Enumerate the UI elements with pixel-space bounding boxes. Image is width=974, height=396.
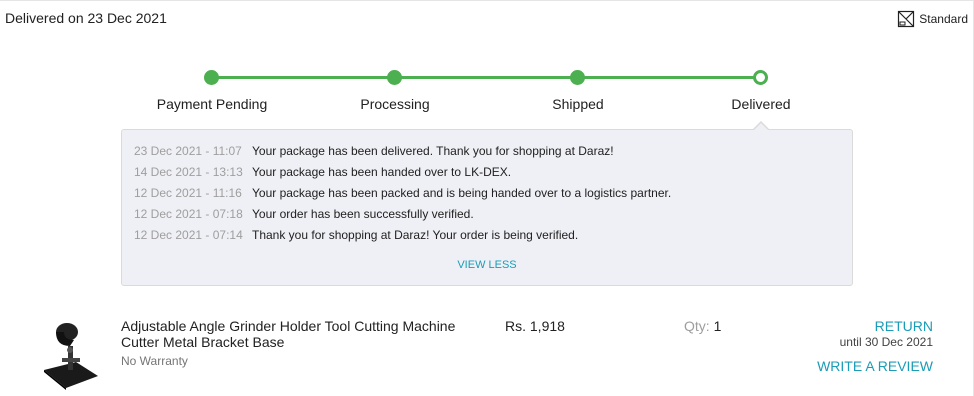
step-label-shipped: Shipped bbox=[552, 96, 604, 112]
view-less-link[interactable]: VIEW LESS bbox=[122, 259, 852, 271]
shipping-method-label: Standard bbox=[919, 12, 968, 26]
top-divider bbox=[0, 0, 974, 1]
product-name[interactable]: Adjustable Angle Grinder Holder Tool Cut… bbox=[121, 318, 481, 350]
event-message: Your order has been successfully verifie… bbox=[252, 207, 474, 221]
return-button[interactable]: RETURN bbox=[875, 318, 933, 334]
step-label-payment-pending: Payment Pending bbox=[156, 96, 268, 112]
timeline-event: 12 Dec 2021 - 07:14 Thank you for shoppi… bbox=[134, 228, 578, 242]
timeline-event: 14 Dec 2021 - 13:13 Your package has bee… bbox=[134, 165, 511, 179]
event-time: 12 Dec 2021 - 07:14 bbox=[134, 228, 243, 242]
item-quantity: Qty: 1 bbox=[684, 318, 721, 334]
qty-value: 1 bbox=[713, 318, 722, 334]
event-message: Your package has been handed over to LK-… bbox=[252, 165, 512, 179]
event-message: Your package has been delivered. Thank y… bbox=[252, 144, 614, 158]
event-time: 12 Dec 2021 - 11:16 bbox=[134, 186, 242, 200]
event-message: Your package has been packed and is bein… bbox=[252, 186, 672, 200]
timeline-event: 12 Dec 2021 - 11:16 Your package has bee… bbox=[134, 186, 671, 200]
progress-track bbox=[211, 76, 761, 79]
warranty-text: No Warranty bbox=[121, 354, 188, 368]
step-dot-delivered bbox=[753, 70, 768, 85]
event-time: 12 Dec 2021 - 07:18 bbox=[134, 207, 243, 221]
event-time: 14 Dec 2021 - 13:13 bbox=[134, 165, 243, 179]
item-price: Rs. 1,918 bbox=[505, 318, 565, 334]
step-label-processing: Processing bbox=[360, 96, 430, 112]
return-deadline: until 30 Dec 2021 bbox=[839, 335, 933, 349]
step-dot-payment-pending bbox=[204, 70, 219, 85]
timeline-event: 23 Dec 2021 - 11:07 Your package has bee… bbox=[134, 144, 614, 158]
tracking-timeline: 23 Dec 2021 - 11:07 Your package has bee… bbox=[121, 129, 853, 286]
qty-label: Qty: bbox=[684, 318, 710, 334]
shipping-method: Standard bbox=[897, 10, 968, 28]
step-label-delivered: Delivered bbox=[731, 96, 791, 112]
step-dot-shipped bbox=[570, 70, 585, 85]
timeline-event: 12 Dec 2021 - 07:18 Your order has been … bbox=[134, 207, 474, 221]
event-time: 23 Dec 2021 - 11:07 bbox=[134, 144, 242, 158]
timeline-pointer-fill bbox=[753, 122, 769, 131]
event-message: Thank you for shopping at Daraz! Your or… bbox=[252, 228, 579, 242]
box-truck-icon bbox=[897, 10, 915, 28]
write-review-button[interactable]: WRITE A REVIEW bbox=[817, 358, 933, 374]
product-image[interactable] bbox=[40, 320, 102, 396]
delivered-date: Delivered on 23 Dec 2021 bbox=[5, 10, 167, 26]
step-dot-processing bbox=[387, 70, 402, 85]
